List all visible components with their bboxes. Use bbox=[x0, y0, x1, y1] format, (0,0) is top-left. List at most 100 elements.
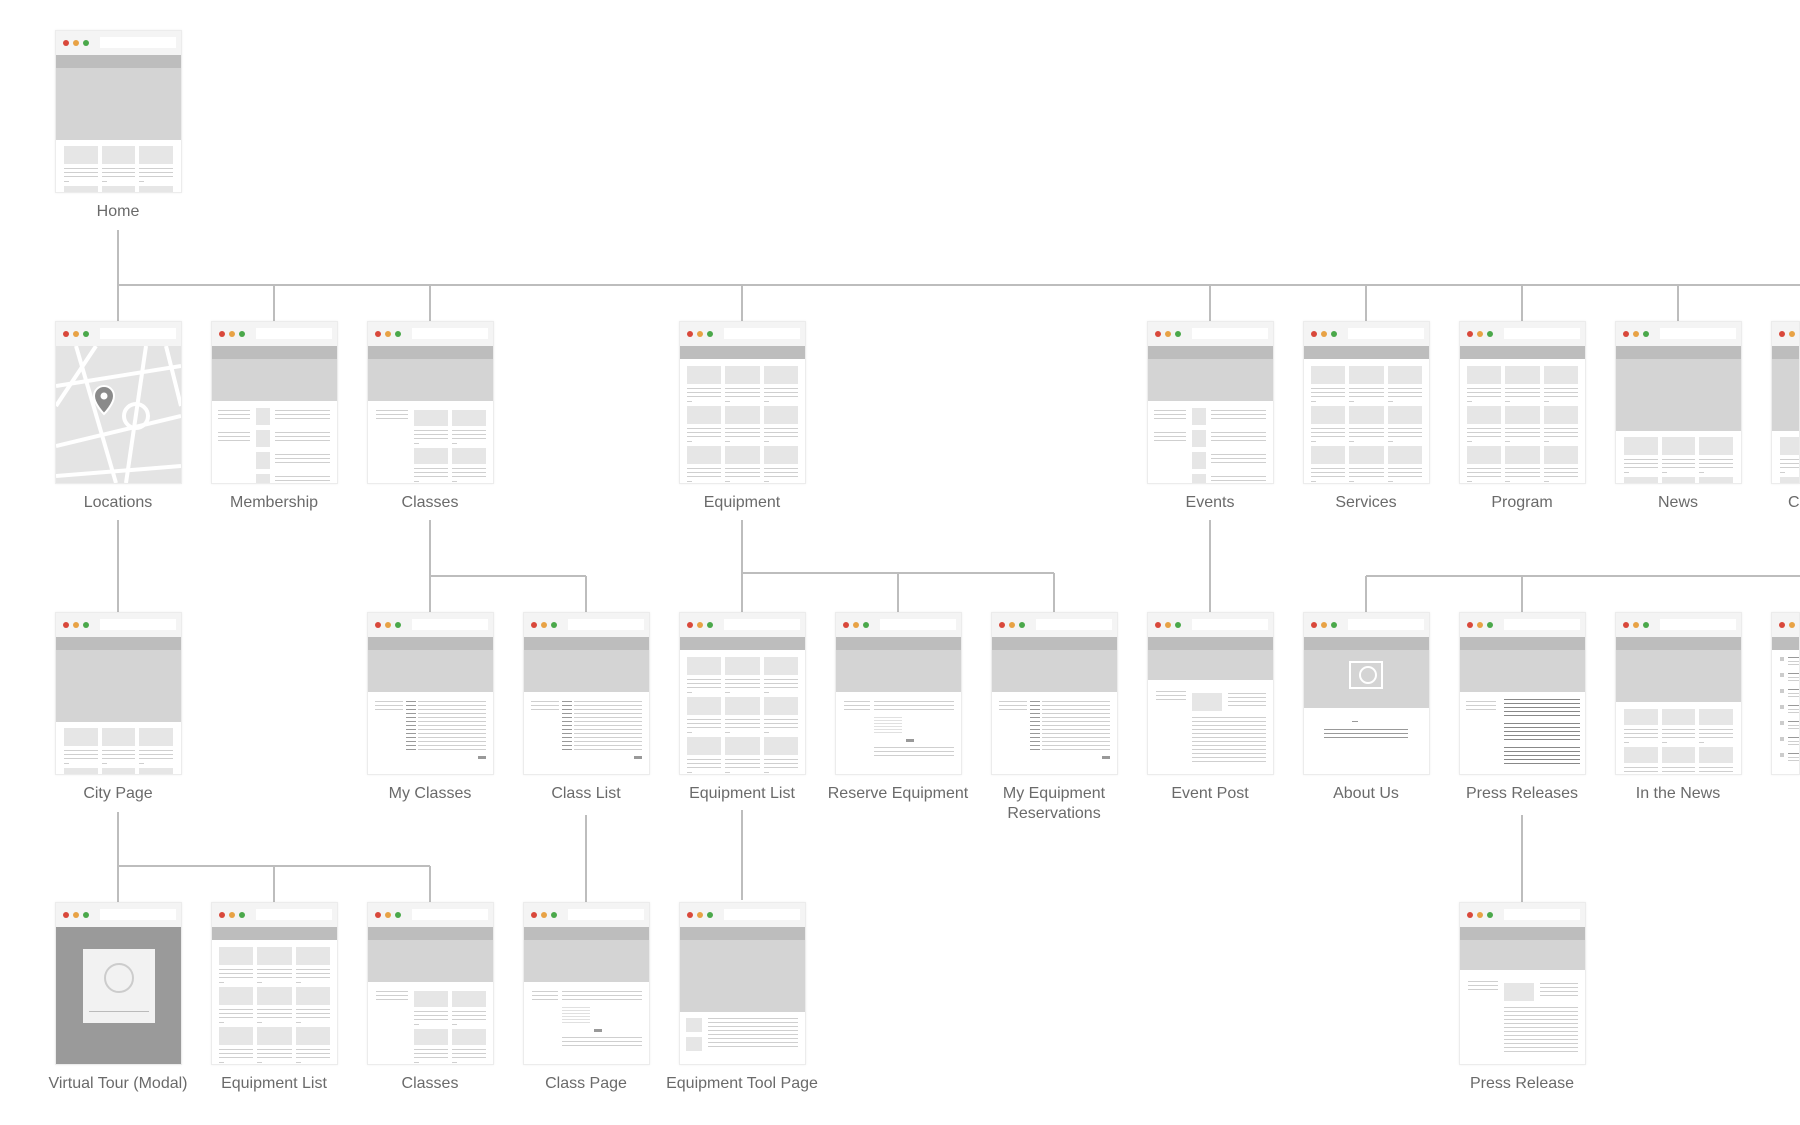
page-thumbnail-reserve-equipment[interactable] bbox=[835, 612, 962, 775]
text-line bbox=[1504, 1031, 1578, 1032]
page-thumbnail-press-release[interactable] bbox=[1459, 902, 1586, 1065]
page-thumbnail-my-equipment-reservations[interactable] bbox=[991, 612, 1118, 775]
close-dot-icon bbox=[1311, 331, 1317, 337]
text-line bbox=[1192, 761, 1266, 762]
page-thumbnail-services[interactable] bbox=[1303, 321, 1430, 484]
page-thumbnail-class-page[interactable] bbox=[523, 902, 650, 1065]
text-line bbox=[1467, 432, 1502, 433]
text-line bbox=[708, 1046, 798, 1047]
table-cell bbox=[1030, 713, 1040, 714]
text-line bbox=[725, 436, 760, 437]
page-label: Equipment List bbox=[221, 1075, 327, 1092]
connector-line bbox=[1209, 520, 1211, 612]
text-line bbox=[1387, 481, 1393, 482]
text-line bbox=[531, 701, 559, 702]
text-line bbox=[1505, 472, 1540, 473]
text-line bbox=[376, 999, 408, 1000]
page-thumbnail-class-list[interactable] bbox=[523, 612, 650, 775]
close-dot-icon bbox=[63, 40, 69, 46]
grid-tile bbox=[219, 987, 254, 1005]
maximize-dot-icon bbox=[83, 40, 89, 46]
text-line bbox=[1788, 709, 1799, 710]
maximize-dot-icon bbox=[83, 331, 89, 337]
text-line bbox=[532, 995, 558, 996]
text-line bbox=[452, 1057, 486, 1058]
text-line bbox=[687, 428, 722, 429]
text-line bbox=[763, 392, 798, 393]
page-thumbnail-cutoff-top[interactable] bbox=[1771, 321, 1800, 484]
text-line bbox=[1624, 733, 1658, 734]
text-line bbox=[1699, 733, 1733, 734]
text-line bbox=[452, 1011, 486, 1012]
text-line bbox=[763, 436, 798, 437]
page-thumbnail-locations[interactable] bbox=[55, 321, 182, 484]
close-dot-icon bbox=[63, 622, 69, 628]
text-line bbox=[1228, 693, 1266, 694]
page-thumbnail-my-classes[interactable] bbox=[367, 612, 494, 775]
page-thumbnail-equipment-list[interactable] bbox=[679, 612, 806, 775]
text-line bbox=[1505, 436, 1540, 437]
text-line bbox=[1699, 737, 1733, 738]
page-thumbnail-in-the-news[interactable] bbox=[1615, 612, 1742, 775]
text-line bbox=[725, 687, 760, 688]
table-cell bbox=[1030, 741, 1040, 742]
text-line bbox=[1788, 664, 1799, 665]
minimize-dot-icon bbox=[1477, 331, 1483, 337]
page-thumbnail-membership[interactable] bbox=[211, 321, 338, 484]
text-line bbox=[1543, 392, 1578, 393]
page-thumbnail-city-page[interactable] bbox=[55, 612, 182, 775]
page-thumbnail-virtual-tour[interactable] bbox=[55, 902, 182, 1065]
page-thumbnail-classes[interactable] bbox=[367, 321, 494, 484]
page-thumbnail-event-post[interactable] bbox=[1147, 612, 1274, 775]
page-thumbnail-events[interactable] bbox=[1147, 321, 1274, 484]
page-thumbnail-city-classes[interactable] bbox=[367, 902, 494, 1065]
text-line bbox=[763, 401, 769, 402]
text-line bbox=[1192, 717, 1266, 718]
hero-image bbox=[56, 68, 181, 140]
page-thumbnail-press-releases[interactable] bbox=[1459, 612, 1586, 775]
page-thumbnail-news[interactable] bbox=[1615, 321, 1742, 484]
text-line bbox=[1624, 771, 1658, 772]
table-cell bbox=[406, 701, 416, 702]
grid-tile bbox=[139, 768, 173, 774]
text-line bbox=[574, 713, 642, 714]
text-line bbox=[1042, 705, 1110, 706]
text-line bbox=[1780, 467, 1799, 468]
text-line bbox=[414, 468, 448, 469]
table-cell bbox=[562, 733, 572, 734]
grid-tile bbox=[1780, 437, 1799, 455]
text-line bbox=[1192, 721, 1266, 722]
text-line bbox=[1699, 742, 1705, 743]
text-line bbox=[275, 432, 330, 433]
text-line bbox=[562, 991, 642, 992]
page-thumbnail-cutoff-mid[interactable] bbox=[1771, 612, 1800, 775]
text-line bbox=[1192, 725, 1266, 726]
text-line bbox=[376, 995, 408, 996]
address-bar bbox=[568, 909, 644, 920]
address-bar bbox=[412, 909, 488, 920]
nav-bar bbox=[1304, 346, 1429, 359]
close-dot-icon bbox=[63, 912, 69, 918]
text-line bbox=[1661, 767, 1696, 768]
text-line bbox=[1788, 712, 1799, 713]
page-thumbnail-equipment-tool-page[interactable] bbox=[679, 902, 806, 1065]
text-line bbox=[1387, 401, 1393, 402]
text-line bbox=[376, 414, 408, 415]
page-thumbnail-program[interactable] bbox=[1459, 321, 1586, 484]
text-line bbox=[418, 717, 486, 718]
nav-bar bbox=[1148, 346, 1273, 359]
minimize-dot-icon bbox=[1477, 622, 1483, 628]
text-line bbox=[1211, 432, 1266, 433]
text-line bbox=[452, 434, 486, 435]
hero-image bbox=[1460, 940, 1585, 970]
address-bar bbox=[100, 619, 176, 630]
page-thumbnail-home[interactable] bbox=[55, 30, 182, 193]
nav-bar bbox=[1772, 637, 1799, 650]
text-line bbox=[725, 481, 731, 482]
image-block bbox=[1192, 693, 1222, 711]
page-thumbnail-about-us[interactable] bbox=[1303, 612, 1430, 775]
page-thumbnail-equipment[interactable] bbox=[679, 321, 806, 484]
text-line bbox=[1543, 468, 1578, 469]
page-thumbnail-city-equipment-list[interactable] bbox=[211, 902, 338, 1065]
bullet bbox=[1780, 689, 1784, 693]
